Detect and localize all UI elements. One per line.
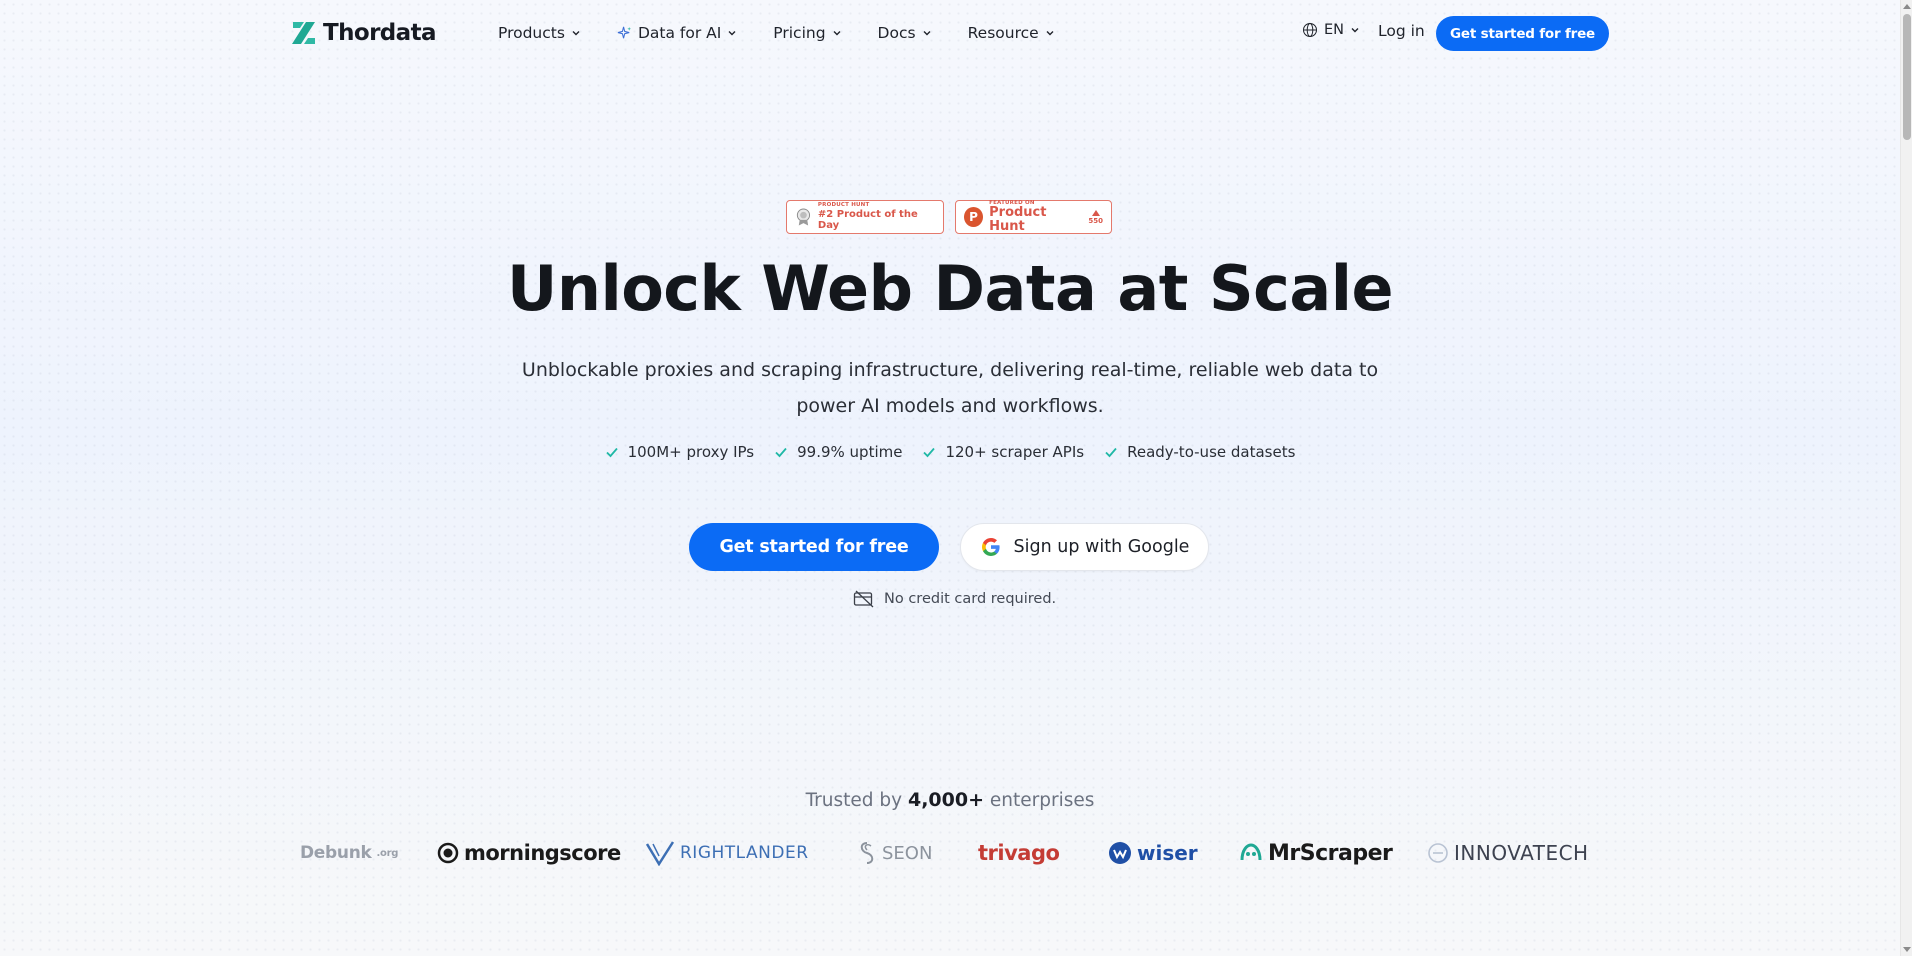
upvote-icon — [1091, 209, 1100, 216]
chevron-down-icon — [572, 31, 580, 36]
menu-item-label: Pricing — [773, 24, 826, 42]
no-credit-card-note: No credit card required. — [853, 590, 1056, 608]
get-started-button[interactable]: Get started for free — [689, 523, 939, 571]
no-credit-card-label: No credit card required. — [884, 591, 1057, 607]
menu-item-resource[interactable]: Resource — [968, 24, 1055, 42]
featured-on-product-hunt-badge[interactable]: P FEATURED ON Product Hunt 550 — [955, 200, 1112, 234]
hero-subtitle: Unblockable proxies and scraping infrast… — [521, 359, 1379, 417]
google-signup-button[interactable]: Sign up with Google — [960, 523, 1209, 571]
top-navigation: Thordata Products Data for AI Pricing Do… — [0, 0, 1900, 66]
feature-item: 100M+ proxy IPs — [605, 443, 755, 461]
innovatech-mark-icon — [1428, 843, 1448, 863]
debunk-logo-text: Debunk — [300, 843, 372, 863]
seon-logo-text: SEON — [882, 842, 933, 864]
innovatech-logo-text: INNOVATECH — [1454, 841, 1589, 865]
header-get-started-button[interactable]: Get started for free — [1436, 16, 1609, 51]
thordata-logo-icon — [292, 22, 315, 44]
morningscore-logo-text: morningscore — [464, 841, 621, 865]
feature-item: 120+ scraper APIs — [922, 443, 1084, 461]
hero-title: Unlock Web Data at Scale — [506, 252, 1394, 325]
badge-title: Product Hunt — [989, 205, 1047, 234]
login-link[interactable]: Log in — [1378, 22, 1425, 40]
upvote-count: 550 — [1088, 209, 1103, 225]
trusted-by-heading: Trusted by 4,000+ enterprises — [0, 789, 1900, 811]
chevron-down-icon — [728, 31, 736, 36]
feature-label: 120+ scraper APIs — [945, 443, 1085, 461]
seon-logo: SEON — [857, 838, 932, 868]
language-label: EN — [1324, 22, 1345, 38]
menu-item-label: Docs — [877, 24, 916, 42]
scroll-up-arrow[interactable] — [1903, 4, 1911, 9]
medal-icon — [796, 208, 811, 226]
menu-item-docs[interactable]: Docs — [878, 24, 932, 42]
debunk-logo: Debunk .org — [300, 838, 398, 868]
scroll-thumb[interactable] — [1903, 14, 1911, 140]
feature-label: Ready-to-use datasets — [1127, 443, 1296, 461]
menu-item-label: Resource — [967, 24, 1039, 42]
page-scrollbar[interactable] — [1900, 0, 1912, 956]
customer-logos: Debunk .org morningscore RIGHTLANDER SEON… — [0, 838, 1900, 868]
upvote-number: 550 — [1088, 216, 1103, 225]
morningscore-mark-icon — [437, 842, 459, 864]
menu-item-label: Products — [498, 24, 565, 42]
rightlander-mark-icon — [645, 841, 675, 866]
rightlander-logo: RIGHTLANDER — [645, 838, 809, 868]
award-badges: PRODUCT HUNT #2 Product of the Day P FEA… — [786, 200, 1112, 234]
menu-item-label: Data for AI — [637, 24, 722, 42]
trivago-logo-text: trivago — [978, 841, 1060, 865]
chevron-down-icon — [833, 31, 841, 36]
trusted-suffix: enterprises — [989, 790, 1095, 811]
logo[interactable]: Thordata — [289, 16, 437, 50]
feature-label: 99.9% uptime — [797, 443, 903, 461]
chevron-down-icon — [1046, 31, 1054, 36]
menu-item-products[interactable]: Products — [498, 24, 581, 42]
language-selector[interactable]: EN — [1302, 22, 1360, 38]
google-icon — [981, 538, 1000, 556]
feature-list: 100M+ proxy IPs 99.9% uptime 120+ scrape… — [0, 443, 1900, 461]
main-menu: Products Data for AI Pricing Docs Resour… — [498, 20, 1091, 46]
debunk-logo-suffix: .org — [376, 847, 399, 859]
google-signup-label: Sign up with Google — [1013, 537, 1190, 557]
check-icon — [775, 447, 787, 458]
menu-item-pricing[interactable]: Pricing — [773, 24, 841, 42]
logo-text: Thordata — [323, 20, 437, 46]
morningscore-logo: morningscore — [437, 838, 621, 868]
product-of-day-badge[interactable]: PRODUCT HUNT #2 Product of the Day — [786, 200, 944, 234]
mrscraper-logo-text: MrScraper — [1268, 840, 1393, 866]
trusted-prefix: Trusted by — [805, 790, 903, 811]
credit-card-off-icon — [853, 590, 874, 608]
trivago-logo: trivago — [978, 838, 1060, 868]
rightlander-logo-text: RIGHTLANDER — [680, 843, 809, 863]
feature-item: 99.9% uptime — [774, 443, 902, 461]
menu-item-data-for-ai[interactable]: Data for AI — [617, 24, 737, 42]
feature-item: Ready-to-use datasets — [1104, 443, 1295, 461]
check-icon — [1105, 447, 1117, 458]
wiser-logo-text: wiser — [1137, 841, 1198, 865]
feature-label: 100M+ proxy IPs — [627, 443, 755, 461]
globe-icon — [1303, 23, 1317, 37]
seon-mark-icon — [860, 842, 874, 864]
product-hunt-icon: P — [964, 207, 984, 227]
check-icon — [923, 447, 936, 458]
check-icon — [605, 447, 618, 458]
badge-title: #2 Product of the Day — [817, 208, 918, 231]
wiser-mark-icon — [1109, 842, 1131, 864]
scroll-down-arrow[interactable] — [1903, 947, 1911, 952]
sparkle-icon — [617, 26, 631, 38]
chevron-down-icon — [1351, 28, 1359, 33]
wiser-logo: wiser — [1108, 838, 1198, 868]
mrscraper-logo: MrScraper — [1239, 838, 1393, 868]
mrscraper-mark-icon — [1240, 843, 1262, 861]
chevron-down-icon — [923, 31, 931, 36]
innovatech-logo: INNOVATECH — [1427, 838, 1589, 868]
trusted-count: 4,000+ — [907, 789, 985, 811]
